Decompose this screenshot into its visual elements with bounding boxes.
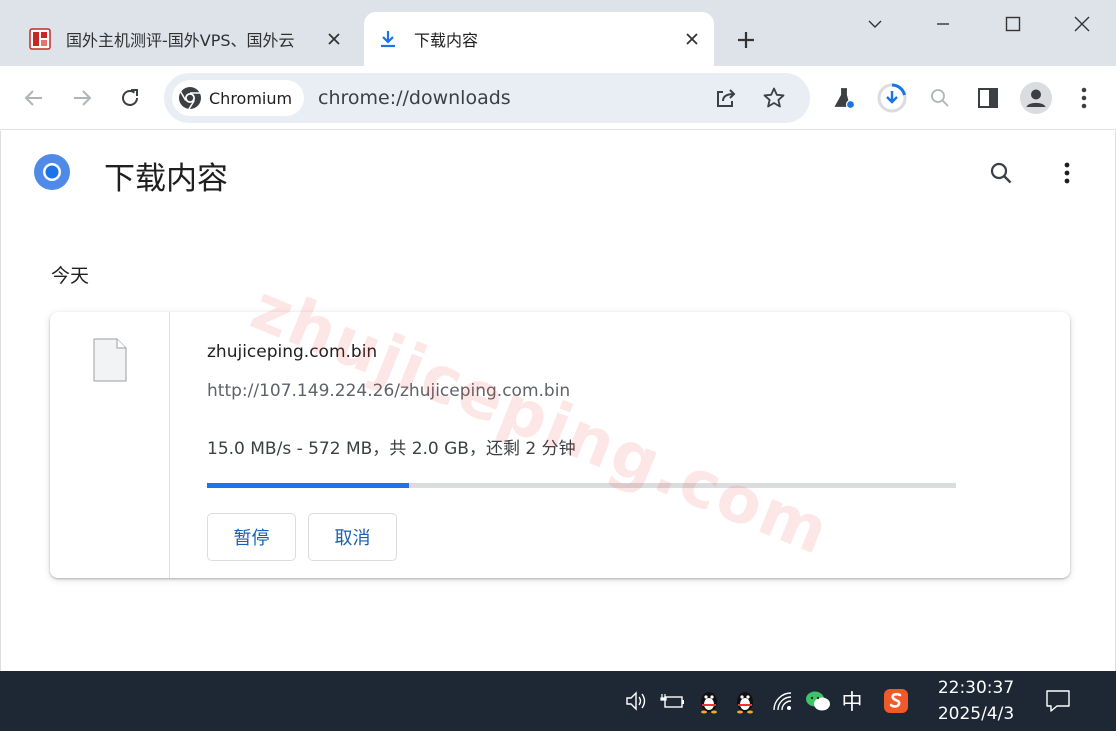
side-panel-button[interactable] [970,80,1006,116]
power-tray-button[interactable] [657,683,689,719]
progress-fill [207,483,410,488]
volume-tray-button[interactable] [621,683,653,719]
new-tab-button[interactable] [730,24,762,56]
window-close-button[interactable] [1059,4,1105,44]
url-text[interactable]: chrome://downloads [318,73,511,123]
omnibox[interactable]: Chromium chrome://downloads [164,73,810,123]
profile-button[interactable] [1018,80,1054,116]
download-progress-bar [207,483,956,488]
maximize-button[interactable] [990,4,1036,44]
zoom-icon [931,89,949,107]
battery-plug-icon [660,694,684,708]
menu-button[interactable] [1066,80,1102,116]
qq-penguin-icon [737,692,753,714]
notification-icon [1046,690,1070,712]
wechat-icon [806,691,830,711]
sogou-input-icon [884,689,908,713]
chevron-down-icon [868,20,882,28]
forward-icon [74,90,92,106]
file-name[interactable]: zhujiceping.com.bin [207,342,377,362]
taskbar: 中 22:30:37 2025/4/3 [0,671,1116,731]
file-url[interactable]: http://107.149.224.26/zhujiceping.com.bi… [207,381,570,401]
zoom-button[interactable] [922,80,958,116]
site-info-chip[interactable]: Chromium [172,80,305,116]
tab-downloads[interactable]: 下载内容 [364,12,714,66]
wifi-icon [773,692,792,711]
downloads-icon [877,83,907,113]
section-date: 今天 [51,265,90,287]
profile-icon [1020,82,1052,114]
clock-time: 22:30:37 [937,678,1015,698]
tab-title: 国外主机测评-国外VPS、国外云 [66,31,295,50]
wechat-tray-button[interactable] [802,683,834,719]
tab-search-button[interactable] [852,4,898,44]
pause-button[interactable]: 暂停 [207,513,296,561]
speaker-icon [626,691,646,711]
bookmark-button[interactable] [756,80,792,116]
back-button[interactable] [16,80,52,116]
qq-penguin-icon [701,692,717,714]
chromium-icon [179,87,201,110]
plus-icon [738,32,754,48]
qq-tray-button-2[interactable] [729,683,761,719]
close-icon [1074,16,1090,32]
clock-date: 2025/4/3 [937,704,1015,724]
labs-button[interactable] [826,80,862,116]
more-vert-icon [1064,162,1070,184]
tab-strip: 国外主机测评-国外VPS、国外云 下载内容 [0,0,1116,66]
minimize-icon [937,23,949,25]
menu-icon [1081,87,1087,109]
share-button[interactable] [708,80,744,116]
toolbar: Chromium chrome://downloads [0,66,1116,130]
ime-indicator[interactable]: 中 [836,683,868,719]
downloads-page: 下载内容 今天 zhujiceping.com.bin http://107.1… [0,131,1116,671]
maximize-icon [1005,16,1021,32]
search-icon [990,162,1012,184]
download-item: zhujiceping.com.bin http://107.149.224.2… [50,312,1070,578]
share-icon [717,89,736,107]
page-title: 下载内容 [104,161,228,197]
tab-zhujiceping[interactable]: 国外主机测评-国外VPS、国外云 [16,12,356,66]
page-more-button[interactable] [1047,153,1087,193]
download-status: 15.0 MB/s - 572 MB，共 2.0 GB，还剩 2 分钟 [207,439,576,459]
site-seal-icon [28,27,52,51]
notification-center-button[interactable] [1040,683,1076,719]
site-chip-label: Chromium [209,88,293,108]
taskbar-clock[interactable]: 22:30:37 2025/4/3 [928,675,1024,727]
reload-icon [122,89,138,106]
reload-button[interactable] [112,80,148,116]
close-icon[interactable] [320,25,348,53]
download-icon [376,27,400,51]
minimize-button[interactable] [920,4,966,44]
back-icon [24,90,42,106]
labs-flask-icon [834,88,856,110]
chromium-logo-icon [33,153,71,195]
tab-title: 下载内容 [414,31,479,50]
cancel-button[interactable]: 取消 [308,513,397,561]
qq-tray-button[interactable] [693,683,725,719]
search-downloads-button[interactable] [981,153,1021,193]
bookmark-star-icon [763,87,785,108]
file-icon-column [50,312,170,578]
sogou-tray-button[interactable] [880,683,912,719]
downloads-button[interactable] [874,80,910,116]
close-icon[interactable] [678,25,706,53]
side-panel-icon [978,88,998,108]
forward-button[interactable] [64,80,100,116]
file-icon [93,338,127,386]
network-tray-button[interactable] [767,683,799,719]
